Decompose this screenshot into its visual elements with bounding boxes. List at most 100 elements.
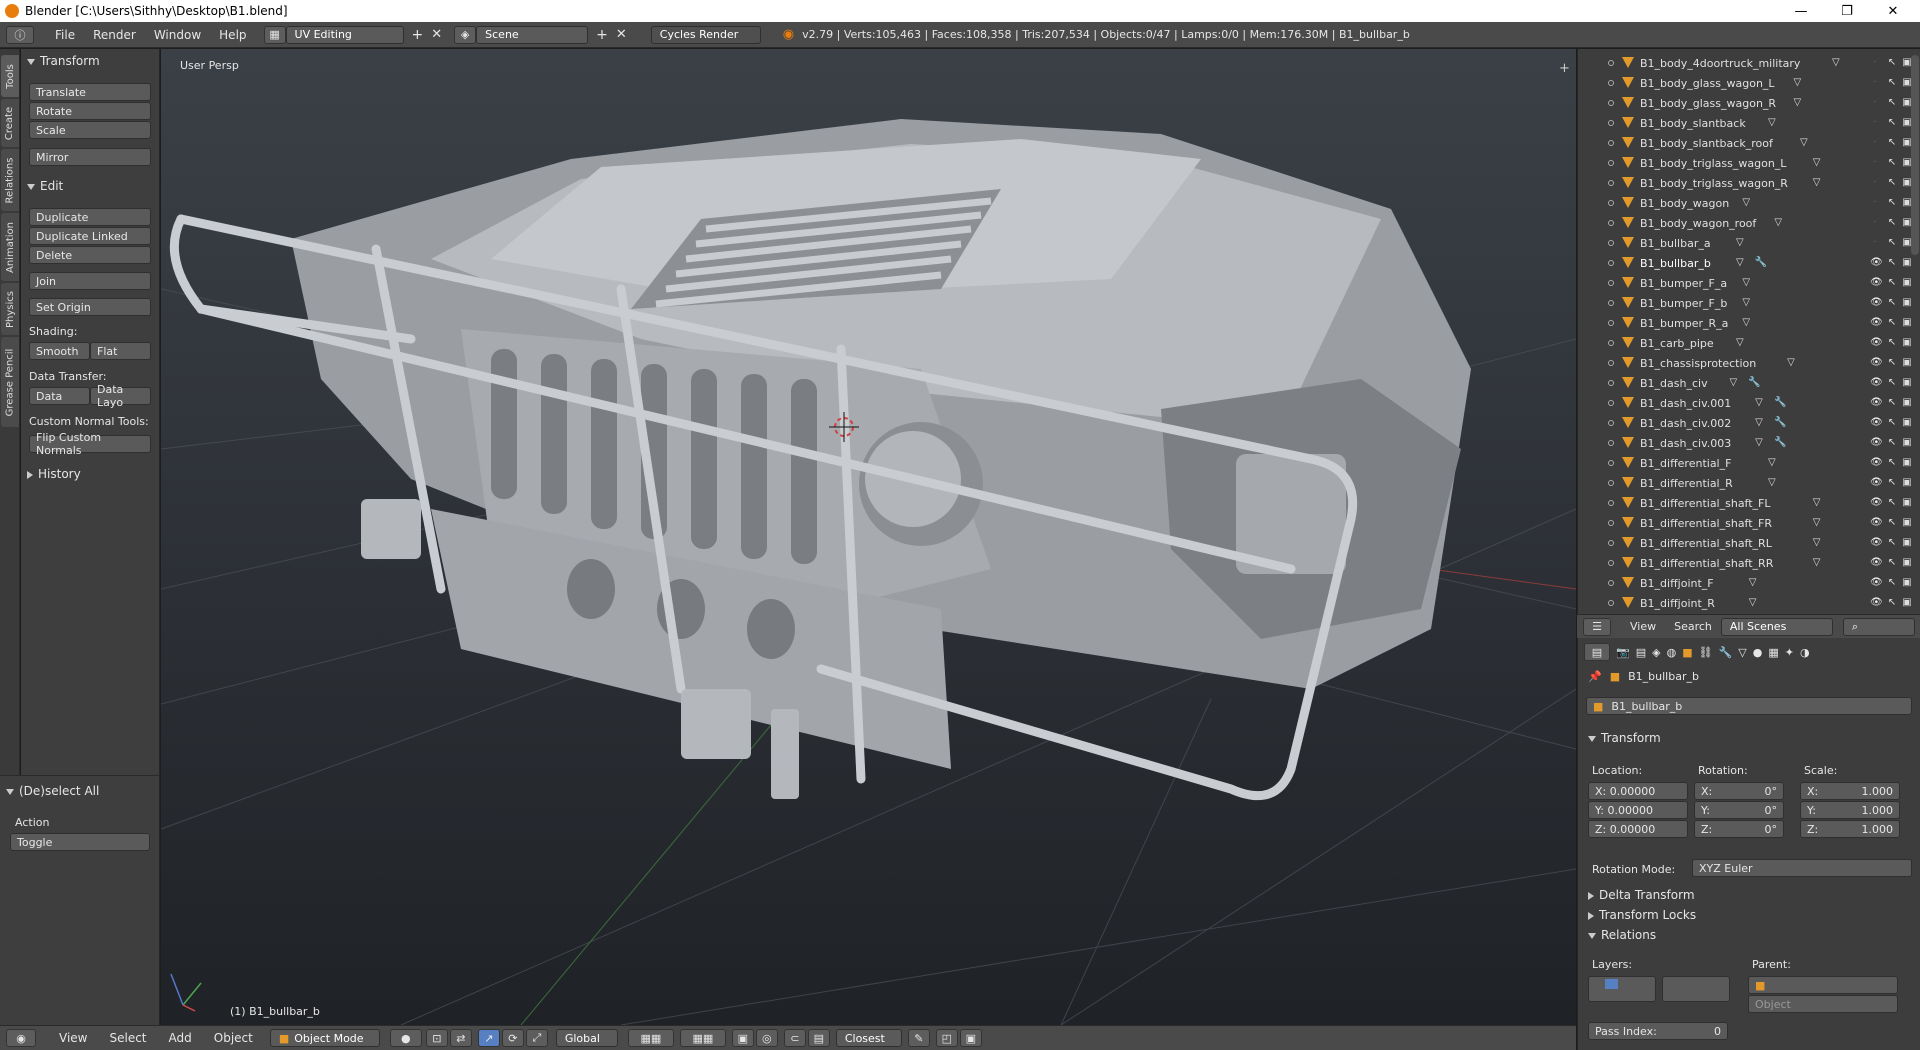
opengl-render-icon[interactable]: ◰ (935, 1029, 958, 1047)
render-camera-icon[interactable]: ▣ (1902, 578, 1912, 588)
rotate-manipulator-icon[interactable]: ⟳ (501, 1029, 524, 1047)
expand-dot-icon[interactable] (1608, 520, 1614, 526)
add-scene-icon[interactable]: + (596, 27, 608, 43)
active-layer-cell[interactable] (1605, 979, 1618, 989)
outliner-item[interactable]: B1_dash_civ ▽ 🔧 👁 ↖ ▣ (1578, 373, 1920, 393)
action-dropdown[interactable]: Toggle (10, 833, 150, 851)
menu-object[interactable]: Object (205, 1031, 262, 1045)
mesh-data-icon[interactable]: ▽ (1812, 558, 1822, 568)
mesh-data-icon[interactable]: ▽ (1767, 118, 1777, 128)
selectable-cursor-icon[interactable]: ↖ (1887, 258, 1897, 268)
outliner-item[interactable]: B1_body_wagon_roof ▽ · ↖ ▣ (1578, 213, 1920, 233)
expand-dot-icon[interactable] (1608, 80, 1614, 86)
selectable-cursor-icon[interactable]: ↖ (1887, 318, 1897, 328)
selectable-cursor-icon[interactable]: ↖ (1887, 358, 1897, 368)
selectable-cursor-icon[interactable]: ↖ (1887, 438, 1897, 448)
menu-window[interactable]: Window (145, 28, 210, 42)
layers-grid-b[interactable] (1662, 976, 1730, 1002)
mesh-data-icon[interactable]: ▽ (1812, 178, 1822, 188)
outliner-scrollbar[interactable] (1911, 55, 1919, 255)
tab-grease-pencil[interactable]: Grease Pencil (1, 337, 19, 427)
rotation-z-field[interactable]: Z: 0° (1694, 820, 1784, 838)
outliner-item[interactable]: B1_body_slantback_roof ▽ · ↖ ▣ (1578, 133, 1920, 153)
expand-dot-icon[interactable] (1608, 280, 1614, 286)
expand-dot-icon[interactable] (1608, 360, 1614, 366)
render-camera-icon[interactable]: ▣ (1902, 538, 1912, 548)
selectable-cursor-icon[interactable]: ↖ (1887, 578, 1897, 588)
outliner-item[interactable]: B1_bullbar_a ▽ · ↖ ▣ (1578, 233, 1920, 253)
history-panel-header[interactable]: History (27, 467, 81, 481)
menu-add[interactable]: Add (160, 1031, 201, 1045)
visibility-eye-icon[interactable]: · (1870, 78, 1880, 88)
mesh-data-icon[interactable]: ▽ (1735, 338, 1745, 348)
scene-tab-icon[interactable]: ◈ (1652, 646, 1660, 659)
translate-manipulator-icon[interactable]: ↗ (477, 1029, 500, 1047)
expand-dot-icon[interactable] (1608, 140, 1614, 146)
mode-dropdown[interactable]: ■ Object Mode (269, 1029, 380, 1047)
visibility-eye-icon[interactable]: 👁 (1870, 318, 1883, 328)
outliner-item[interactable]: B1_body_slantback ▽ · ↖ ▣ (1578, 113, 1920, 133)
visibility-eye-icon[interactable]: 👁 (1870, 518, 1883, 528)
mesh-data-icon[interactable]: ▽ (1786, 358, 1796, 368)
selectable-cursor-icon[interactable]: ↖ (1887, 218, 1897, 228)
selectable-cursor-icon[interactable]: ↖ (1887, 418, 1897, 428)
mesh-data-icon[interactable]: ▽ (1812, 518, 1822, 528)
mesh-data-icon[interactable]: ▽ (1754, 438, 1764, 448)
mesh-data-icon[interactable]: ▽ (1767, 458, 1777, 468)
layers-grid-2-icon[interactable]: ▦▦ (679, 1029, 726, 1047)
expand-dot-icon[interactable] (1608, 580, 1614, 586)
visibility-eye-icon[interactable]: 👁 (1870, 378, 1883, 388)
add-layout-icon[interactable]: + (412, 27, 424, 43)
render-camera-icon[interactable]: ▣ (1902, 398, 1912, 408)
particles-tab-icon[interactable]: ✦ (1785, 646, 1794, 659)
expand-dot-icon[interactable] (1608, 340, 1614, 346)
visibility-eye-icon[interactable]: · (1870, 158, 1880, 168)
expand-dot-icon[interactable] (1608, 600, 1614, 606)
render-camera-icon[interactable]: ▣ (1902, 478, 1912, 488)
outliner-item[interactable]: B1_body_4doortruck_military ▽ · ↖ ▣ (1578, 53, 1920, 73)
scene-icon[interactable]: ◈ (454, 25, 477, 44)
physics-tab-icon[interactable]: ◑ (1800, 646, 1810, 659)
expand-dot-icon[interactable] (1608, 540, 1614, 546)
selectable-cursor-icon[interactable]: ↖ (1887, 198, 1897, 208)
object-name-field[interactable]: ■ B1_bullbar_b (1586, 697, 1912, 715)
visibility-eye-icon[interactable]: · (1870, 238, 1880, 248)
mesh-data-icon[interactable]: ▽ (1792, 98, 1802, 108)
outliner-menu-search[interactable]: Search (1665, 620, 1721, 633)
constraints-tab-icon[interactable]: ⛓ (1699, 646, 1713, 659)
scene-field[interactable]: Scene (476, 25, 589, 44)
selectable-cursor-icon[interactable]: ↖ (1887, 58, 1897, 68)
rotation-mode-dropdown[interactable]: XYZ Euler (1692, 859, 1912, 877)
visibility-eye-icon[interactable]: · (1870, 98, 1880, 108)
outliner-item[interactable]: B1_bumper_F_b ▽ 👁 ↖ ▣ (1578, 293, 1920, 313)
mesh-data-icon[interactable]: ▽ (1812, 498, 1822, 508)
expand-dot-icon[interactable] (1608, 200, 1614, 206)
render-camera-icon[interactable]: ▣ (1902, 278, 1912, 288)
mesh-data-icon[interactable]: ▽ (1735, 238, 1745, 248)
expand-dot-icon[interactable] (1608, 100, 1614, 106)
render-camera-icon[interactable]: ▣ (1902, 598, 1912, 608)
viewport-shading-icon[interactable]: ● (389, 1029, 422, 1047)
selectable-cursor-icon[interactable]: ↖ (1887, 398, 1897, 408)
outliner-item[interactable]: B1_body_glass_wagon_R ▽ · ↖ ▣ (1578, 93, 1920, 113)
editor-type-3d-icon[interactable]: ◉ (6, 1029, 36, 1047)
outliner-item[interactable]: B1_differential_R ▽ 👁 ↖ ▣ (1578, 473, 1920, 493)
transform-panel-header[interactable]: Transform (27, 54, 100, 68)
visibility-eye-icon[interactable]: · (1870, 138, 1880, 148)
render-camera-icon[interactable]: ▣ (1902, 258, 1912, 268)
outliner-item[interactable]: B1_bullbar_b ▽ 🔧 👁 ↖ ▣ (1578, 253, 1920, 273)
visibility-eye-icon[interactable]: 👁 (1870, 478, 1883, 488)
visibility-eye-icon[interactable]: 👁 (1870, 498, 1883, 508)
outliner-item[interactable]: B1_differential_F ▽ 👁 ↖ ▣ (1578, 453, 1920, 473)
transform-section-header[interactable]: Transform (1588, 731, 1661, 745)
transform-orientation-dropdown[interactable]: Global (555, 1029, 618, 1047)
snap-toggle-icon[interactable]: ⊂ (783, 1029, 806, 1047)
render-preview-icon[interactable]: ✎ (907, 1029, 930, 1047)
expand-dot-icon[interactable] (1608, 300, 1614, 306)
mesh-data-icon[interactable]: ▽ (1831, 58, 1841, 68)
snap-target-dropdown[interactable]: Closest (835, 1029, 902, 1047)
editor-type-properties-icon[interactable]: ▤ (1584, 643, 1610, 661)
layers-grid-icon[interactable]: ▦▦ (627, 1029, 674, 1047)
modifiers-tab-icon[interactable]: 🔧 (1719, 646, 1733, 659)
scale-y-field[interactable]: Y: 1.000 (1800, 801, 1900, 819)
